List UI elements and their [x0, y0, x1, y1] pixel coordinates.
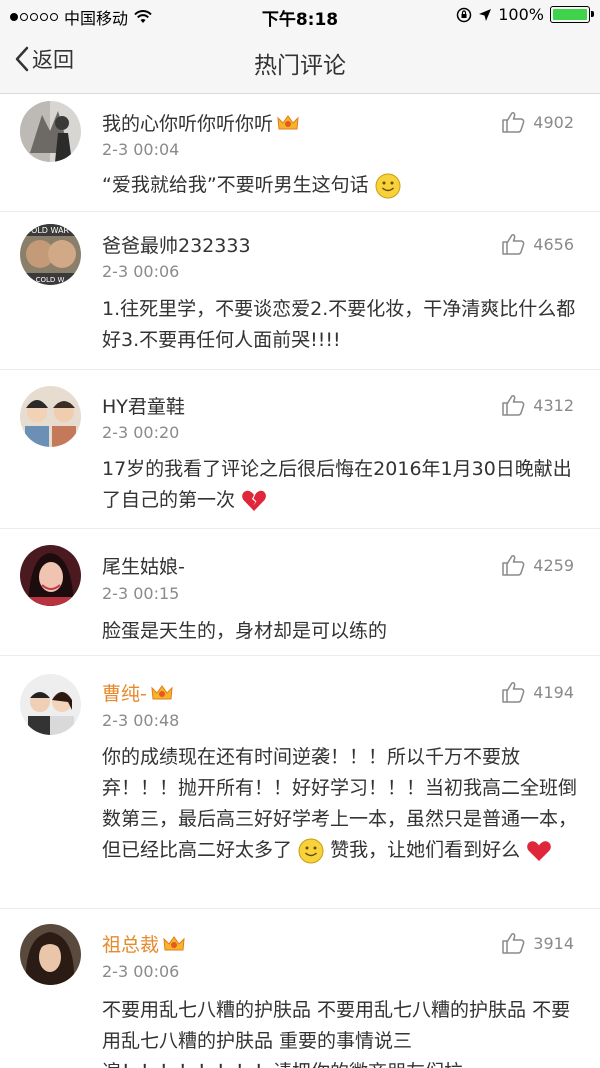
status-right: 100%: [456, 5, 594, 24]
like-count: 4259: [533, 555, 574, 575]
thumbs-up-icon: [502, 395, 525, 416]
like-count: 4902: [533, 112, 574, 132]
rotation-lock-icon: [457, 7, 472, 22]
comment-item: OLD WAR COLD W 爸爸最帅232333 2-3 00:06 4656…: [0, 212, 600, 370]
like-count: 4312: [533, 395, 574, 415]
like-button[interactable]: 4194: [501, 681, 574, 703]
comment-username[interactable]: 爸爸最帅232333: [102, 231, 251, 258]
like-button[interactable]: 4312: [501, 394, 574, 416]
like-button[interactable]: 4902: [501, 111, 574, 133]
like-button[interactable]: 4656: [501, 233, 574, 255]
nav-bar: 返回 热门评论: [0, 30, 600, 94]
like-button[interactable]: 4259: [501, 554, 574, 576]
like-count: 3914: [533, 933, 574, 953]
battery-percent: 100%: [498, 5, 544, 24]
avatar[interactable]: [20, 386, 81, 447]
avatar[interactable]: OLD WAR COLD W: [20, 224, 81, 285]
thumbs-up-icon: [502, 555, 525, 576]
comment-text: 你的成绩现在还有时间逆袭！！！所以千万不要放弃！！！抛开所有！！好好学习！！！当…: [102, 742, 580, 866]
thumbs-up-icon: [502, 112, 525, 133]
comment-time: 2-3 00:04: [102, 140, 180, 159]
avatar[interactable]: [20, 674, 81, 735]
comment-time: 2-3 00:15: [102, 584, 180, 603]
comment-username[interactable]: 尾生姑娘-: [102, 552, 185, 579]
like-count: 4194: [533, 682, 574, 702]
comment-item: HY君童鞋 2-3 00:20 4312 17岁的我看了评论之后很后悔在2016…: [0, 370, 600, 529]
smile-emoji-icon: [375, 173, 401, 198]
comment-time: 2-3 00:48: [102, 711, 180, 730]
comment-item: 曹纯- 2-3 00:48 4194 你的成绩现在还有时间逆袭！！！所以千万不要…: [0, 656, 600, 909]
like-button[interactable]: 3914: [501, 932, 574, 954]
comment-username[interactable]: 祖总裁: [102, 930, 185, 957]
crown-badge-icon: [277, 114, 299, 129]
comment-item: 祖总裁 2-3 00:06 3914 不要用乱七八糟的护肤品 不要用乱七八糟的护…: [0, 909, 600, 1068]
thumbs-up-icon: [502, 234, 525, 255]
broken-heart-icon: [242, 490, 266, 511]
comment-time: 2-3 00:06: [102, 262, 180, 281]
status-bar: 中国移动 下午8:18 100%: [0, 0, 600, 30]
comment-username[interactable]: 曹纯-: [102, 679, 173, 706]
svg-text:COLD W: COLD W: [36, 276, 65, 284]
comment-text: 不要用乱七八糟的护肤品 不要用乱七八糟的护肤品 不要用乱七八糟的护肤品 重要的事…: [102, 999, 571, 1068]
comment-text: 17岁的我看了评论之后很后悔在2016年1月30日晚献出了自己的第一次: [102, 458, 572, 511]
like-count: 4656: [533, 234, 574, 254]
comment-username[interactable]: HY君童鞋: [102, 392, 185, 419]
comment-list: 我的心你听你听你听 2-3 00:04 4902 “爱我就给我”不要听男生这句话: [0, 95, 600, 1068]
comment-item: 我的心你听你听你听 2-3 00:04 4902 “爱我就给我”不要听男生这句话: [0, 95, 600, 212]
heart-icon: [527, 840, 551, 861]
avatar[interactable]: [20, 545, 81, 606]
avatar[interactable]: [20, 101, 81, 162]
location-arrow-icon: [479, 8, 492, 21]
crown-badge-icon: [151, 684, 173, 699]
thumbs-up-icon: [502, 682, 525, 703]
battery-icon: [550, 6, 594, 23]
comment-text: 脸蛋是天生的，身材却是可以练的: [102, 620, 388, 642]
crown-badge-icon: [163, 935, 185, 950]
comment-text: “爱我就给我”不要听男生这句话: [102, 170, 580, 201]
comment-time: 2-3 00:20: [102, 423, 180, 442]
comment-item: 尾生姑娘- 2-3 00:15 4259 脸蛋是天生的，身材却是可以练的: [0, 529, 600, 656]
smile-emoji-icon: [298, 838, 324, 863]
page-title: 热门评论: [254, 53, 346, 79]
comment-username[interactable]: 我的心你听你听你听: [102, 109, 299, 136]
thumbs-up-icon: [502, 933, 525, 954]
svg-text:OLD WAR: OLD WAR: [31, 226, 69, 235]
comment-text: 1.往死里学，不要谈恋爱2.不要化妆，干净清爽比什么都好3.不要再任何人面前哭!…: [102, 298, 576, 351]
avatar[interactable]: [20, 924, 81, 985]
comment-time: 2-3 00:06: [102, 962, 180, 981]
